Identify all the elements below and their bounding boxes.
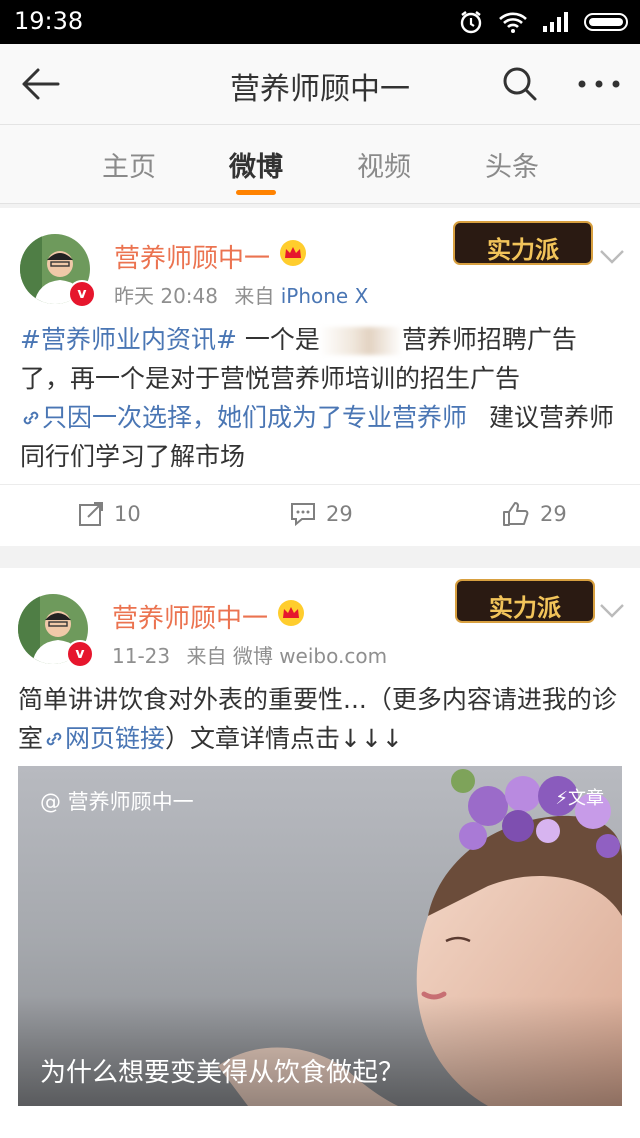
status-time: 19:38 bbox=[14, 7, 84, 35]
title-shade bbox=[18, 996, 622, 1106]
source-prefix: 来自 bbox=[234, 284, 275, 308]
article-badge-label: 文章 bbox=[568, 788, 604, 809]
post-card[interactable]: v 营养师顾中一 11-23 来自 微博 weibo.com 实力派 简单讲讲饮… bbox=[0, 568, 640, 1138]
post-source[interactable]: iPhone X bbox=[281, 284, 369, 308]
blurred-text bbox=[319, 327, 402, 355]
comment-button[interactable]: 29 bbox=[290, 501, 353, 527]
thumbs-up-icon bbox=[503, 502, 529, 526]
post-text: 简单讲讲饮食对外表的重要性...（更多内容请进我的诊室 网页链接）文章详情点击↓↓… bbox=[18, 680, 620, 758]
search-icon[interactable] bbox=[500, 64, 540, 104]
vip-crown-icon bbox=[280, 240, 306, 266]
post-time: 11-23 bbox=[112, 644, 171, 668]
comment-icon bbox=[291, 503, 315, 527]
chevron-down-icon[interactable] bbox=[598, 246, 626, 266]
web-link-label[interactable]: 网页链接 bbox=[65, 724, 165, 753]
web-link-label[interactable]: 只因一次选择，她们成为了专业营养师 bbox=[42, 403, 467, 432]
repost-button[interactable]: 10 bbox=[78, 501, 141, 527]
web-link[interactable]: 网页链接 bbox=[43, 724, 165, 753]
post-time: 昨天 20:48 bbox=[114, 284, 218, 308]
post-text-part: ）文章详情点击↓↓↓ bbox=[165, 724, 403, 753]
comment-count: 29 bbox=[326, 502, 353, 526]
source-prefix: 来自 bbox=[186, 644, 227, 668]
tab-home[interactable]: 主页 bbox=[84, 145, 174, 184]
vip-crown-icon bbox=[278, 600, 304, 626]
page-title: 营养师顾中一 bbox=[230, 72, 410, 107]
tab-headlines[interactable]: 头条 bbox=[467, 145, 557, 184]
battery-icon bbox=[584, 13, 628, 31]
status-bar: 19:38 bbox=[0, 0, 640, 44]
link-icon bbox=[23, 411, 39, 425]
post-text: #营养师业内资讯# 一个是 营养师招聘广告了，再一个是对于营悦营养师培训的招生广告… bbox=[20, 320, 622, 476]
article-title[interactable]: 为什么想要变美得从饮食做起？ bbox=[40, 1052, 404, 1089]
hashtag-link[interactable]: #营养师业内资讯# bbox=[20, 325, 237, 354]
post-meta: 11-23 来自 微博 weibo.com bbox=[112, 640, 387, 669]
tab-weibo[interactable]: 微博 bbox=[211, 145, 301, 184]
post-meta: 昨天 20:48 来自 iPhone X bbox=[114, 280, 368, 309]
chevron-down-icon[interactable] bbox=[598, 600, 626, 620]
author-name[interactable]: 营养师顾中一 bbox=[112, 598, 268, 635]
post-actions: 10 29 29 bbox=[0, 484, 640, 547]
repost-count: 10 bbox=[114, 502, 141, 526]
status-icons bbox=[458, 9, 628, 35]
link-icon bbox=[46, 732, 62, 746]
post-source: 微博 weibo.com bbox=[232, 644, 388, 668]
sticker-text: 实力派 bbox=[489, 593, 561, 622]
verified-badge-icon: v bbox=[68, 280, 96, 308]
author-name[interactable]: 营养师顾中一 bbox=[114, 238, 270, 275]
article-card[interactable]: @ 营养师顾中一 ⚡文章 为什么想要变美得从饮食做起？ bbox=[18, 766, 622, 1106]
verified-badge-icon: v bbox=[66, 640, 94, 668]
article-badge: ⚡文章 bbox=[555, 784, 604, 810]
like-button[interactable]: 29 bbox=[502, 501, 567, 527]
like-count: 29 bbox=[540, 502, 567, 526]
nav-bar: 营养师顾中一 bbox=[0, 44, 640, 125]
repost-icon bbox=[79, 502, 103, 526]
web-link[interactable]: 只因一次选择，她们成为了专业营养师 bbox=[20, 403, 467, 432]
lightning-icon: ⚡ bbox=[555, 788, 568, 809]
post-text-part: 一个是 bbox=[244, 325, 320, 354]
more-icon[interactable] bbox=[574, 64, 624, 104]
tab-video[interactable]: 视频 bbox=[339, 145, 429, 184]
sticker-text: 实力派 bbox=[487, 235, 559, 264]
post-card[interactable]: v 营养师顾中一 昨天 20:48 来自 iPhone X 实力派 #营养师业内… bbox=[0, 208, 640, 546]
alarm-icon bbox=[460, 11, 482, 34]
profile-tabs: 主页 微博 视频 头条 bbox=[0, 125, 640, 204]
active-tab-indicator bbox=[236, 190, 276, 195]
article-author: @ 营养师顾中一 bbox=[40, 790, 194, 814]
wifi-icon bbox=[499, 12, 527, 33]
signal-icon bbox=[543, 12, 568, 32]
